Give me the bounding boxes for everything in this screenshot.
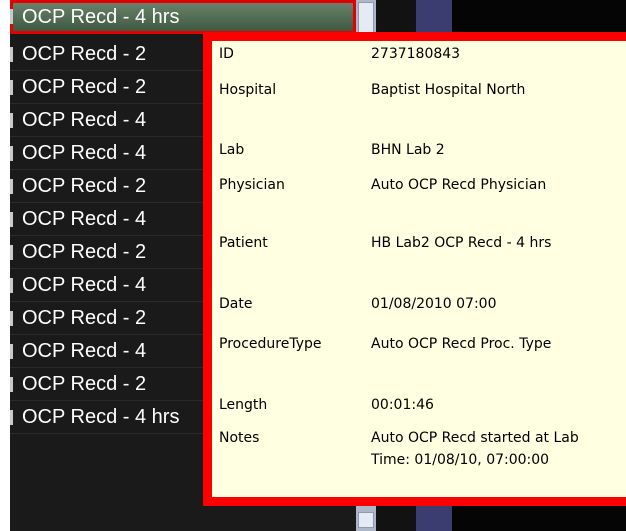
tooltip-value: Auto OCP Recd Proc. Type: [371, 336, 552, 352]
item-marker: [10, 80, 13, 95]
list-item-label: OCP Recd - 4: [22, 109, 147, 131]
item-marker: [10, 377, 13, 392]
list-item-selected[interactable]: OCP Recd - 4 hrs: [10, 0, 356, 34]
list-item-label: OCP Recd - 2: [22, 76, 147, 98]
tooltip-value: HB Lab2 OCP Recd - 4 hrs: [371, 235, 552, 251]
tooltip-value: Baptist Hospital North: [371, 82, 526, 98]
tooltip-value: 2737180843: [371, 46, 461, 62]
list-item-label: OCP Recd - 2: [22, 307, 147, 329]
list-item-label: OCP Recd - 2: [22, 241, 147, 263]
tooltip-label: Physician: [219, 177, 285, 193]
tooltip-label: Date: [219, 296, 253, 312]
tooltip-label: Notes: [219, 430, 260, 446]
list-item-label: OCP Recd - 4 hrs: [22, 6, 180, 28]
tooltip-label: Lab: [219, 142, 245, 158]
tooltip-value: 00:01:46: [371, 397, 434, 413]
list-item-label: OCP Recd - 4: [22, 274, 147, 296]
item-marker: [10, 47, 13, 62]
tooltip-label: Patient: [219, 235, 268, 251]
list-item-label: OCP Recd - 2: [22, 373, 147, 395]
list-item-label: OCP Recd - 2: [22, 43, 147, 65]
item-marker: [10, 410, 13, 425]
list-item-label: OCP Recd - 4 hrs: [22, 406, 180, 428]
scroll-down-button[interactable]: [358, 512, 374, 528]
item-marker: [10, 311, 13, 326]
item-marker: [10, 344, 13, 359]
list-item-label: OCP Recd - 4: [22, 340, 147, 362]
item-marker: [10, 113, 13, 128]
tooltip-value: Auto OCP Recd started at Lab Time: 01/08…: [371, 430, 579, 468]
item-marker: [10, 9, 13, 24]
list-item-label: OCP Recd - 4: [22, 142, 147, 164]
tooltip-label: Hospital: [219, 82, 277, 98]
item-marker: [10, 245, 13, 260]
tooltip-label: ID: [219, 46, 234, 62]
list-item-label: OCP Recd - 2: [22, 175, 147, 197]
tooltip-label: ProcedureType: [219, 336, 322, 352]
item-marker: [10, 278, 13, 293]
app-window: OCP Recd - 4 hrs OCP Recd - 2 OCP Recd -…: [10, 0, 626, 531]
details-tooltip: ID 2737180843 Hospital Baptist Hospital …: [203, 32, 626, 506]
scroll-thumb[interactable]: [358, 2, 374, 34]
tooltip-value: Auto OCP Recd Physician: [371, 177, 547, 193]
list-item-label: OCP Recd - 4: [22, 208, 147, 230]
item-marker: [10, 146, 13, 161]
item-marker: [10, 179, 13, 194]
item-marker: [10, 212, 13, 227]
tooltip-label: Length: [219, 397, 268, 413]
tooltip-value: BHN Lab 2: [371, 142, 445, 158]
tooltip-value: 01/08/2010 07:00: [371, 296, 497, 312]
